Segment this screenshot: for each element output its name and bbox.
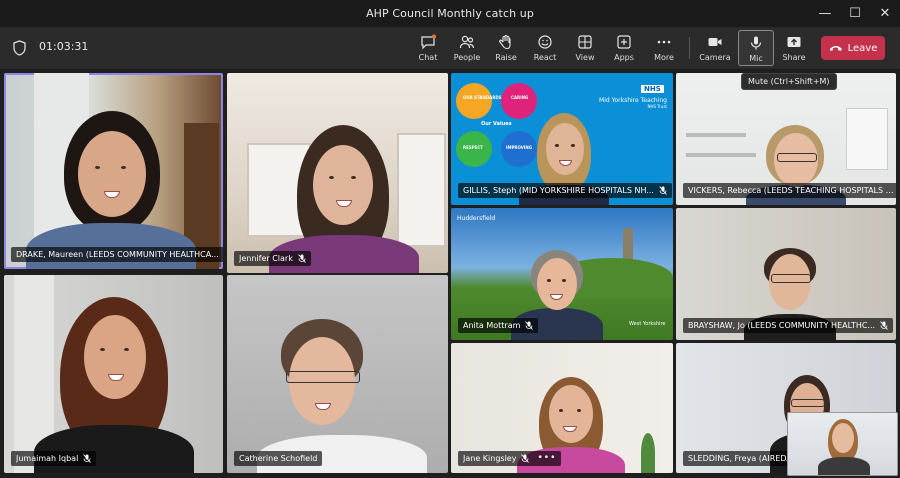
mic-off-icon	[880, 321, 888, 330]
video-tile-catherine-schofield[interactable]: Catherine Schofield	[227, 275, 448, 473]
value-respect: RESPECT	[463, 145, 484, 150]
shield-icon	[13, 40, 26, 56]
apps-button[interactable]: Apps	[607, 30, 641, 66]
apps-label: Apps	[614, 53, 634, 62]
camera-label: Camera	[699, 53, 731, 62]
toolbar-divider	[689, 37, 690, 59]
mic-off-icon	[525, 321, 534, 330]
meeting-toolbar: 01:03:31 Chat People Raise React View Ap…	[0, 27, 900, 70]
react-icon	[538, 35, 552, 49]
raise-label: Raise	[495, 53, 517, 62]
mic-off-icon	[659, 186, 667, 195]
chat-icon	[421, 34, 436, 50]
mic-icon	[750, 36, 762, 50]
minimize-icon[interactable]: —	[810, 0, 840, 27]
mic-tooltip: Mute (Ctrl+Shift+M)	[741, 73, 837, 90]
video-tile-gillis[interactable]: OUR STANDARDS CARING RESPECT IMPROVING O…	[451, 73, 673, 205]
participant-name: Anita Mottram	[463, 321, 521, 330]
more-button[interactable]: More	[647, 30, 681, 66]
mic-off-icon	[298, 254, 306, 263]
raise-hand-button[interactable]: Raise	[489, 30, 523, 66]
video-tile-vickers[interactable]: VICKERS, Rebecca (LEEDS TEACHING HOSPITA…	[676, 73, 896, 205]
participant-name: Jane Kingsley	[463, 454, 517, 463]
camera-icon	[708, 38, 722, 46]
value-improving: IMPROVING	[506, 145, 532, 150]
share-icon	[787, 37, 801, 47]
location-label: Huddersfield	[457, 215, 496, 222]
video-tile-brayshaw[interactable]: BRAYSHAW, Jo (LEEDS COMMUNITY HEALTHC...	[676, 208, 896, 340]
participant-name: GILLIS, Steph (MID YORKSHIRE HOSPITALS N…	[463, 186, 654, 195]
watermark: West Yorkshire	[629, 321, 666, 327]
wall-chart	[846, 108, 888, 170]
maximize-icon[interactable]: ☐	[840, 0, 870, 27]
values-center-text: Our Values	[481, 121, 512, 127]
react-button[interactable]: React	[528, 30, 562, 66]
participant-name: Catherine Schofield	[239, 454, 318, 463]
video-tile-drake[interactable]: DRAKE, Maureen (LEEDS COMMUNITY HEALTHCA…	[4, 73, 223, 269]
video-tile-jane-kingsley[interactable]: Jane Kingsley •••	[451, 343, 673, 473]
participant-name: Jumaimah Iqbal	[16, 454, 79, 463]
participant-name: DRAKE, Maureen (LEEDS COMMUNITY HEALTHCA…	[16, 250, 219, 259]
chat-label: Chat	[418, 53, 438, 62]
value-caring: CARING	[511, 95, 529, 100]
view-button[interactable]: View	[568, 30, 602, 66]
video-tile-jumaimah-iqbal[interactable]: Jumaimah Iqbal	[4, 275, 223, 473]
video-tile-jennifer-clark[interactable]: Jennifer Clark	[227, 73, 448, 273]
close-icon[interactable]: ✕	[870, 0, 900, 27]
more-options-icon[interactable]: •••	[537, 451, 556, 466]
mic-off-icon	[83, 454, 92, 463]
leave-label: Leave	[847, 42, 878, 54]
video-tile-anita-mottram[interactable]: Huddersfield West Yorkshire Anita Mottra…	[451, 208, 673, 340]
more-icon	[657, 40, 671, 44]
nametag-brayshaw: BRAYSHAW, Jo (LEEDS COMMUNITY HEALTHC...	[683, 318, 894, 333]
chat-button[interactable]: Chat	[411, 30, 445, 66]
share-label: Share	[782, 53, 806, 62]
view-icon	[578, 35, 592, 49]
leave-button[interactable]: Leave	[821, 36, 885, 60]
nametag-gillis: GILLIS, Steph (MID YORKSHIRE HOSPITALS N…	[458, 183, 672, 198]
people-button[interactable]: People	[450, 30, 484, 66]
self-view-video[interactable]	[787, 412, 898, 476]
nametag-catherine-schofield: Catherine Schofield	[234, 451, 323, 466]
trust-name: Mid Yorkshire Teaching	[599, 97, 667, 104]
participant-name: VICKERS, Rebecca (LEEDS TEACHING HOSPITA…	[688, 186, 896, 195]
trust-sub: NHS Trust	[647, 104, 668, 109]
value-standards: OUR STANDARDS	[463, 95, 502, 100]
shelf	[686, 133, 746, 137]
nametag-jumaimah-iqbal: Jumaimah Iqbal	[11, 451, 97, 466]
phone-hangup-icon	[829, 46, 842, 51]
nametag-vickers: VICKERS, Rebecca (LEEDS TEACHING HOSPITA…	[683, 183, 896, 198]
participant-name: Jennifer Clark	[239, 254, 293, 263]
view-label: View	[575, 53, 595, 62]
window-controls: — ☐ ✕	[810, 0, 900, 27]
meeting-timer: 01:03:31	[39, 40, 89, 53]
raise-hand-icon	[499, 34, 511, 50]
camera-button[interactable]: Camera	[698, 30, 732, 66]
shelf	[686, 153, 756, 157]
window-background	[397, 133, 446, 247]
people-label: People	[453, 53, 481, 62]
participant-name: BRAYSHAW, Jo (LEEDS COMMUNITY HEALTHC...	[688, 321, 876, 330]
more-label: More	[654, 53, 674, 62]
nametag-jane-kingsley: Jane Kingsley •••	[458, 451, 562, 466]
plant	[641, 433, 655, 473]
mic-label: Mic	[749, 54, 763, 63]
people-icon	[459, 35, 475, 49]
share-button[interactable]: Share	[777, 30, 811, 66]
nametag-drake: DRAKE, Maureen (LEEDS COMMUNITY HEALTHCA…	[11, 247, 223, 262]
title-bar: AHP Council Monthly catch up — ☐ ✕	[0, 0, 900, 27]
meeting-title: AHP Council Monthly catch up	[366, 7, 534, 20]
nametag-anita-mottram: Anita Mottram	[458, 318, 539, 333]
nhs-logo: NHS	[641, 85, 664, 93]
mic-off-icon	[521, 454, 530, 463]
react-label: React	[533, 53, 557, 62]
nametag-jennifer-clark: Jennifer Clark	[234, 251, 311, 266]
apps-icon	[617, 35, 631, 49]
mic-button[interactable]: Mic	[738, 30, 774, 66]
